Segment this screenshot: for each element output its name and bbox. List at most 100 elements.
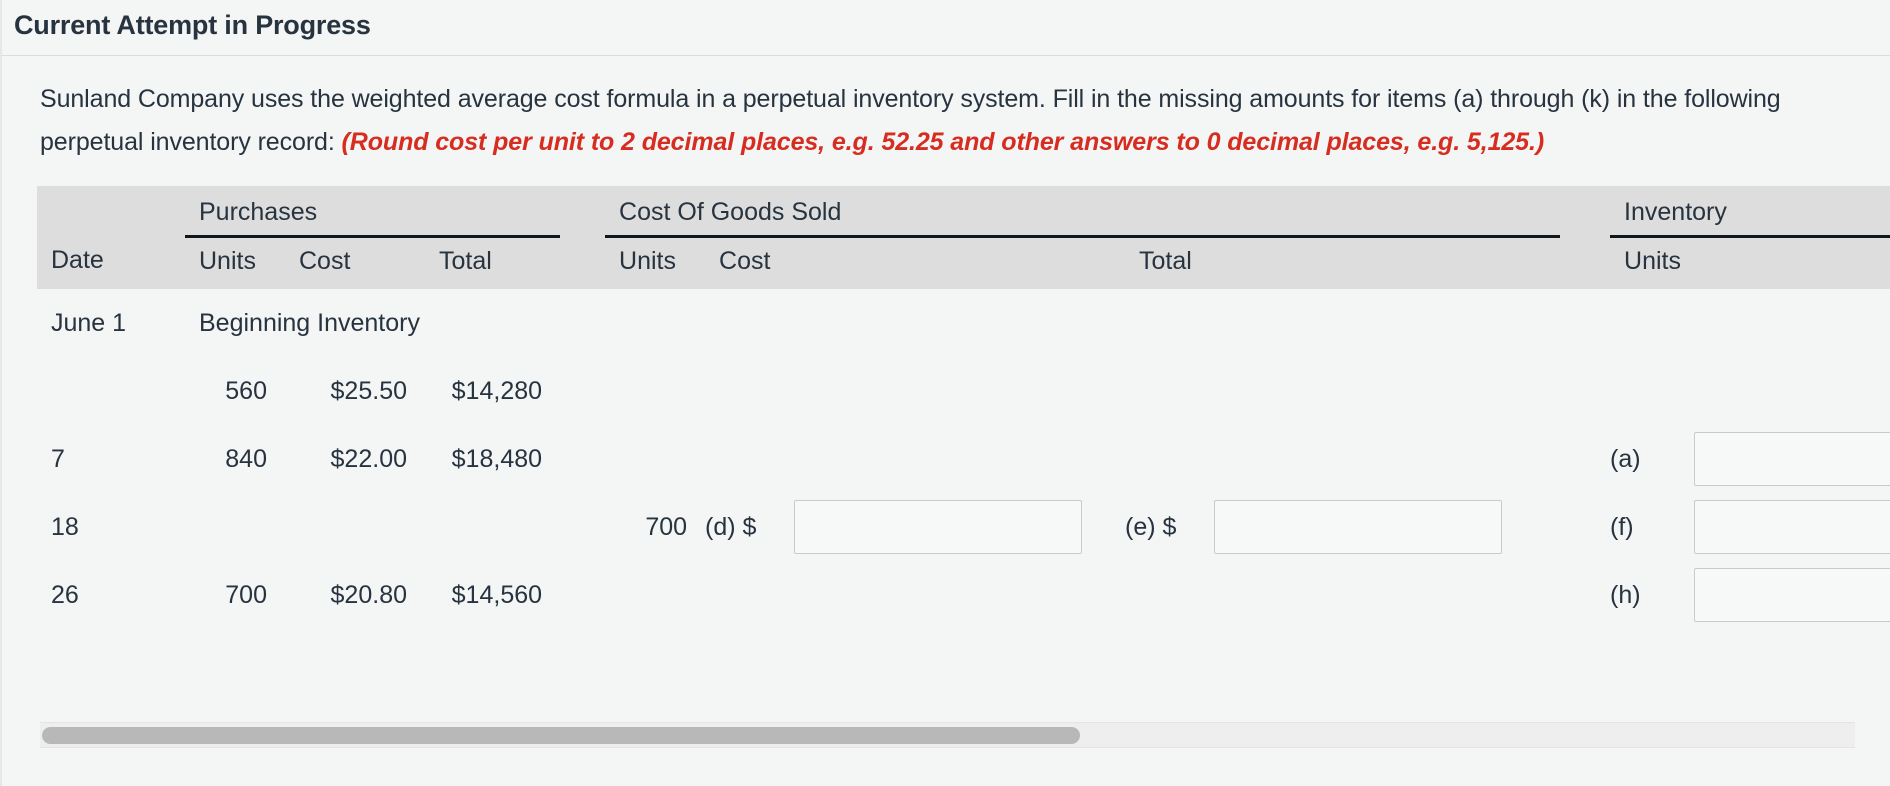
cell-cogs-total-label xyxy=(1125,425,1201,493)
col-header-inventory-units: Units xyxy=(1610,236,1890,289)
cell-cogs-units xyxy=(605,357,706,425)
cell-cogs-units xyxy=(605,425,706,493)
question-body: Sunland Company uses the weighted averag… xyxy=(0,56,1890,629)
group-header-purchases: Purchases xyxy=(185,186,561,238)
cell-beginning-inventory-note: Beginning Inventory xyxy=(185,289,561,357)
horizontal-scrollbar-track[interactable] xyxy=(40,722,1855,748)
cell-cogs-units xyxy=(605,561,706,629)
group-header-inventory: Inventory xyxy=(1610,186,1890,238)
cell-cogs-units xyxy=(605,289,706,357)
cell-gap-1 xyxy=(560,425,606,493)
cell-gap-2 xyxy=(1560,289,1611,357)
cell-purchases-units: 840 xyxy=(185,425,285,493)
cell-cogs-cost-input xyxy=(780,493,1126,561)
cell-purchases-total xyxy=(425,493,561,561)
cell-purchases-units: 700 xyxy=(185,561,285,629)
cell-cogs-cost-label xyxy=(705,561,781,629)
label-answer-d: (d) $ xyxy=(705,493,781,561)
cell-purchases-cost: $22.00 xyxy=(285,425,425,493)
cell-gap-2 xyxy=(1560,357,1611,425)
inventory-table-scroll-container[interactable]: Purchases Cost Of Goods Sold Inventory D… xyxy=(37,186,1890,629)
cell-purchases-units: 560 xyxy=(185,357,285,425)
cell-purchases-total: $18,480 xyxy=(425,425,561,493)
cell-cogs-cost-input xyxy=(780,561,1126,629)
group-header-spacer xyxy=(37,186,185,236)
cell-cogs-cost-input xyxy=(780,425,1126,493)
input-answer-e[interactable] xyxy=(1214,500,1503,554)
attempt-status-heading: Current Attempt in Progress xyxy=(14,10,371,40)
group-header-gap-2 xyxy=(1560,186,1611,236)
cell-purchases-total: $14,280 xyxy=(425,357,561,425)
cell-cogs-total-input xyxy=(1200,357,1561,425)
question-text: Sunland Company uses the weighted averag… xyxy=(40,78,1870,164)
cell-cogs-cost-input xyxy=(780,357,1126,425)
col-header-purchases-cost: Cost xyxy=(285,236,425,289)
cell-cogs-total-label xyxy=(1125,357,1201,425)
label-answer-h: (h) xyxy=(1610,561,1681,629)
cell-purchases-cost xyxy=(285,493,425,561)
table-row: June 1 Beginning Inventory xyxy=(37,289,1890,357)
question-rounding-hint: (Round cost per unit to 2 decimal places… xyxy=(341,128,1545,156)
group-header-cost-of-goods-sold: Cost Of Goods Sold xyxy=(605,186,1561,238)
cell-inv-units-input xyxy=(1680,561,1890,629)
col-header-purchases-total: Total xyxy=(425,236,561,289)
cell-inv-units-label xyxy=(1610,357,1681,425)
cell-cogs-total-input xyxy=(1200,425,1561,493)
table-sub-header-row: Date Units Cost Total Units Cost Total U… xyxy=(37,236,1890,289)
cell-cogs-cost-label xyxy=(705,425,781,493)
cell-inv-units-input xyxy=(1680,425,1890,493)
label-answer-f: (f) xyxy=(1610,493,1681,561)
table-head: Purchases Cost Of Goods Sold Inventory D… xyxy=(37,186,1890,289)
cell-date: 26 xyxy=(37,561,185,629)
table-row: 560 $25.50 $14,280 xyxy=(37,357,1890,425)
col-header-cogs-cost: Cost xyxy=(705,236,1126,289)
cell-cogs-cost-input xyxy=(780,289,1126,357)
cell-cogs-total-input xyxy=(1200,493,1561,561)
input-answer-h[interactable] xyxy=(1694,568,1890,622)
cell-gap-2 xyxy=(1560,561,1611,629)
table-row: 7 840 $22.00 $18,480 (a) xyxy=(37,425,1890,493)
col-header-cogs-units: Units xyxy=(605,236,706,289)
cell-cogs-total-input xyxy=(1200,561,1561,629)
cell-gap-1 xyxy=(560,561,606,629)
cell-cogs-cost-label xyxy=(705,289,781,357)
cell-gap-2 xyxy=(1560,493,1611,561)
cell-inv-units-input xyxy=(1680,357,1890,425)
cell-date: 7 xyxy=(37,425,185,493)
cell-gap-1 xyxy=(560,493,606,561)
cell-cogs-total-label xyxy=(1125,289,1201,357)
table-group-header-row: Purchases Cost Of Goods Sold Inventory xyxy=(37,186,1890,238)
input-answer-d[interactable] xyxy=(794,500,1083,554)
label-answer-a: (a) xyxy=(1610,425,1681,493)
table-row: 26 700 $20.80 $14,560 (h) xyxy=(37,561,1890,629)
cell-purchases-cost: $25.50 xyxy=(285,357,425,425)
cell-date xyxy=(37,357,185,425)
sub-header-gap-1 xyxy=(560,236,606,289)
cell-gap-2 xyxy=(1560,425,1611,493)
input-answer-f[interactable] xyxy=(1694,500,1890,554)
cell-cogs-total-input xyxy=(1200,289,1561,357)
cell-cogs-total-label xyxy=(1125,561,1201,629)
table-row: 18 700 (d) $ (e) $ (f) xyxy=(37,493,1890,561)
sub-header-gap-2 xyxy=(1560,236,1611,289)
table-body: June 1 Beginning Inventory 560 $25.50 $1… xyxy=(37,289,1890,629)
cell-cogs-cost-label xyxy=(705,357,781,425)
col-header-date: Date xyxy=(37,236,185,289)
cell-inv-units-input xyxy=(1680,493,1890,561)
perpetual-inventory-table: Purchases Cost Of Goods Sold Inventory D… xyxy=(37,186,1890,629)
cell-inv-units-label xyxy=(1610,289,1681,357)
cell-inv-units-input xyxy=(1680,289,1890,357)
cell-date: June 1 xyxy=(37,289,185,357)
input-answer-a[interactable] xyxy=(1694,432,1890,486)
group-header-gap-1 xyxy=(560,186,606,236)
cell-purchases-cost: $20.80 xyxy=(285,561,425,629)
cell-purchases-total: $14,560 xyxy=(425,561,561,629)
cell-purchases-units xyxy=(185,493,285,561)
col-header-purchases-units: Units xyxy=(185,236,285,289)
col-header-cogs-total: Total xyxy=(1125,236,1561,289)
horizontal-scrollbar-thumb[interactable] xyxy=(42,727,1080,744)
label-answer-e: (e) $ xyxy=(1125,493,1201,561)
cell-cogs-units: 700 xyxy=(605,493,706,561)
cell-gap-1 xyxy=(560,357,606,425)
question-page: Current Attempt in Progress Sunland Comp… xyxy=(0,0,1890,786)
